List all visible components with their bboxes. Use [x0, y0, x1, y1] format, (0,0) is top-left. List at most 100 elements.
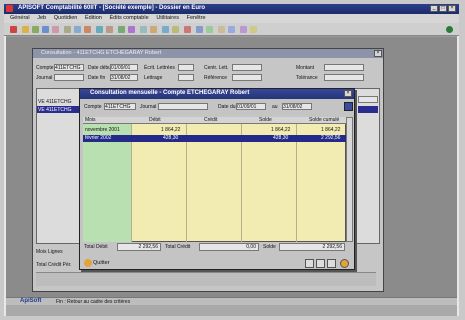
centr-lett-label: Centr. Lett. — [204, 65, 229, 71]
consultation-close-icon[interactable]: × — [374, 50, 382, 57]
print-icon[interactable] — [305, 259, 314, 268]
journal-icon[interactable] — [32, 26, 39, 33]
vertical-scrollbar[interactable] — [346, 117, 353, 242]
maximize-icon[interactable]: □ — [439, 5, 447, 12]
total-credit-per-label: Total Crédit Pér. — [36, 262, 72, 268]
taskbar-strip — [6, 305, 457, 316]
monthly-journal-label: Journal — [140, 104, 157, 110]
app-logo-icon — [6, 5, 13, 12]
options-icon[interactable] — [172, 26, 179, 33]
cell-debit: 1 864,22 — [161, 127, 181, 133]
side-field[interactable] — [358, 96, 378, 103]
tools-icon[interactable] — [128, 26, 135, 33]
date-fin-label: Date fin — [88, 75, 106, 81]
monthly-close-icon[interactable]: × — [344, 90, 352, 97]
consultation-dialog-title: Consultation - 411ETCHG ETCHEGARAY Rober… — [33, 49, 383, 58]
status-brand: ApiSoft — [20, 298, 42, 304]
menu-quotidien[interactable]: Quotidien — [54, 15, 78, 21]
user-icon[interactable] — [162, 26, 169, 33]
table-row[interactable]: VE 411ETCHG — [38, 99, 72, 105]
monthly-dialog-title: Consultation mensuelle - Compte ETCHEGAR… — [80, 89, 354, 99]
help-icon[interactable] — [250, 26, 257, 33]
date-fin-input[interactable]: 31/08/02 — [110, 74, 138, 81]
header-solde[interactable]: Solde — [259, 117, 272, 124]
cell-mois: novembre 2001 — [85, 127, 120, 133]
window-icon[interactable] — [140, 26, 147, 33]
journal-input[interactable] — [54, 74, 84, 81]
montant-input[interactable] — [324, 64, 364, 71]
date-du-input[interactable]: 01/09/01 — [236, 103, 266, 110]
help-icon[interactable] — [340, 259, 349, 268]
report-icon[interactable] — [106, 26, 113, 33]
exit-icon[interactable] — [10, 26, 17, 33]
tolerance-input[interactable] — [324, 74, 364, 81]
compte-label: Compte — [36, 65, 54, 71]
globe-icon[interactable] — [446, 26, 453, 33]
monthly-compte-input[interactable]: 411ETCHG — [104, 103, 136, 110]
table-row-selected[interactable]: février 2002 428,30 428,30 2 292,56 — [83, 135, 346, 142]
cell-mois: février 2002 — [85, 135, 112, 141]
close-icon[interactable]: × — [448, 5, 456, 12]
menu-fenetre[interactable]: Fenêtre — [187, 15, 206, 21]
total-debit-label: Total Débit — [84, 244, 108, 250]
lettrage-icon[interactable] — [64, 26, 71, 33]
reference-input[interactable] — [232, 74, 262, 81]
entry-icon[interactable] — [42, 26, 49, 33]
menu-edits-comptable[interactable]: Édits comptable — [110, 15, 149, 21]
ecrit-lettrees-label: Écrit. Lettrées — [144, 65, 175, 71]
ecrit-lettrees-select[interactable] — [178, 64, 194, 71]
export-icon[interactable] — [240, 26, 247, 33]
menu-general[interactable]: Général — [10, 15, 30, 21]
monthly-compte-label: Compte — [84, 104, 102, 110]
montant-label: Montant — [296, 65, 315, 71]
app-title: APISOFT Comptabilité 60IIT - [Société ex… — [4, 4, 459, 14]
consultation-footer — [36, 272, 376, 286]
balance-icon[interactable] — [74, 26, 81, 33]
ledger-icon[interactable] — [52, 26, 59, 33]
grid-header: Mois Débit Crédit Solde Solde cumulé — [83, 117, 346, 124]
lettrage-label: Lettrage — [144, 75, 163, 81]
header-credit[interactable]: Crédit — [204, 117, 217, 124]
compte-input[interactable]: 411ETCHG — [54, 64, 84, 71]
centr-lett-input[interactable] — [232, 64, 262, 71]
menu-edition[interactable]: Édition — [85, 15, 102, 21]
calc-icon[interactable] — [118, 26, 125, 33]
au-input[interactable]: 31/08/02 — [282, 103, 312, 110]
cell-cumul: 1 864,22 — [321, 127, 341, 133]
stop-icon[interactable] — [184, 26, 191, 33]
journal-label: Journal — [36, 75, 53, 81]
print-icon[interactable] — [84, 26, 91, 33]
table-row[interactable]: novembre 2001 1 864,22 1 864,22 1 864,22 — [83, 127, 346, 134]
header-debit[interactable]: Débit — [149, 117, 161, 124]
save-icon[interactable] — [218, 26, 225, 33]
header-solde-cumule[interactable]: Solde cumulé — [309, 117, 339, 124]
grid-icon[interactable] — [196, 26, 203, 33]
header-mois[interactable]: Mois — [85, 117, 96, 124]
table-row[interactable]: VE 411ETCHG — [38, 107, 72, 113]
date-debut-input[interactable]: 01/09/01 — [110, 64, 138, 71]
refresh-icon[interactable] — [228, 26, 235, 33]
solde-value: 2 292,56 — [279, 243, 345, 251]
menu-utilitaires[interactable]: Utilitaires — [156, 15, 179, 21]
refresh-button-icon[interactable] — [344, 102, 353, 111]
minimize-icon[interactable]: _ — [430, 5, 438, 12]
tolerance-label: Tolérance — [296, 75, 318, 81]
folder-icon[interactable] — [22, 26, 29, 33]
total-debit-value: 2 292,56 — [117, 243, 161, 251]
calendar-icon[interactable] — [150, 26, 157, 33]
calculator-icon[interactable] — [327, 259, 336, 268]
lettrage-select[interactable] — [178, 74, 194, 81]
cell-solde: 428,30 — [273, 135, 289, 141]
chart-icon[interactable] — [206, 26, 213, 33]
mois-lignes-label: Mois Lignes — [36, 249, 63, 255]
search-icon[interactable] — [96, 26, 103, 33]
side-field-selected[interactable] — [358, 106, 378, 113]
monthly-journal-input[interactable] — [158, 103, 208, 110]
total-credit-label: Total Crédit — [165, 244, 191, 250]
export-icon[interactable] — [316, 259, 325, 268]
totals-bar: Total Débit 2 292,56 Total Crédit 0,00 S… — [83, 243, 353, 252]
menu-jeb[interactable]: Jeb — [37, 15, 46, 21]
quit-button[interactable]: Quitter — [83, 258, 115, 268]
cell-cumul: 2 292,56 — [321, 135, 341, 141]
solde-label: Solde — [263, 244, 276, 250]
